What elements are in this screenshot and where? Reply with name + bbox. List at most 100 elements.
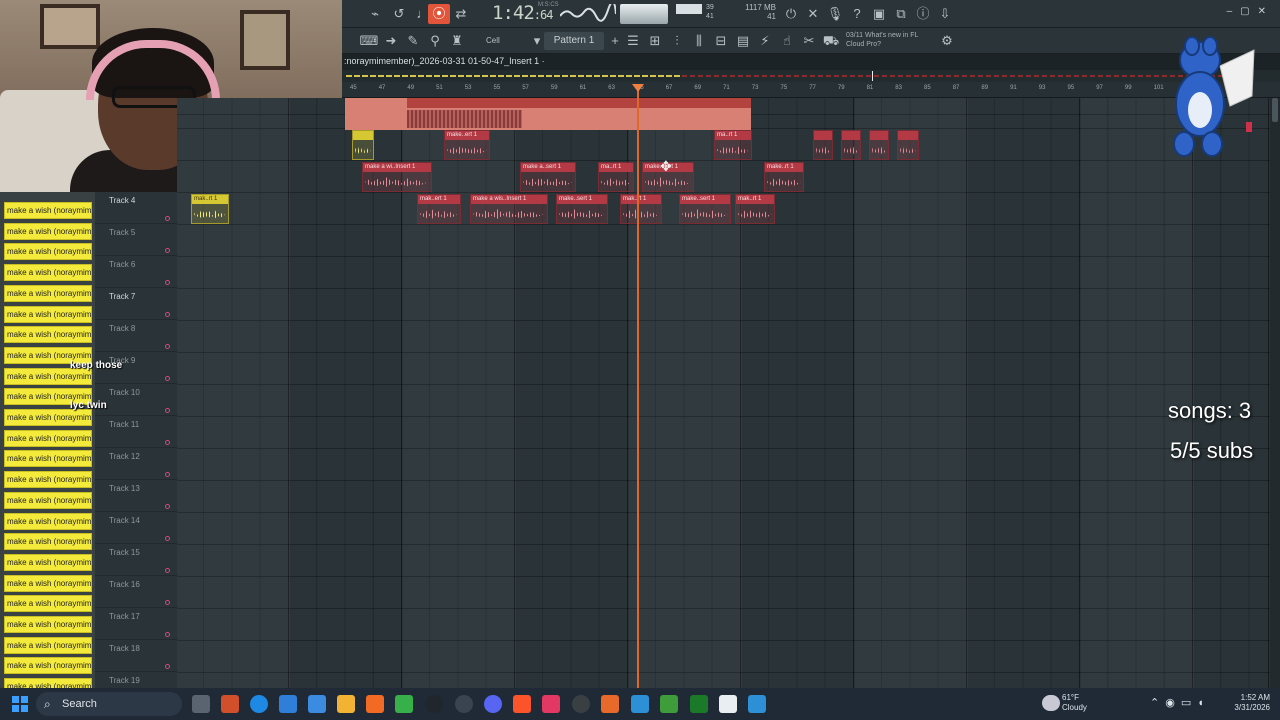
list-item[interactable]: make a wish (noraymimember) bbox=[4, 284, 92, 302]
list-item[interactable]: make a wish (noraymimember) bbox=[4, 512, 92, 530]
mixer-icon[interactable]: ✕ bbox=[802, 4, 824, 24]
snap-icon[interactable]: ⌁ bbox=[364, 4, 386, 24]
track-mute-icon[interactable] bbox=[165, 248, 170, 253]
news-panel[interactable]: 03/11 What's new in FL Cloud Pro? bbox=[846, 31, 936, 49]
playhead-marker-icon[interactable] bbox=[632, 84, 644, 92]
mixer-view-icon[interactable]: ⫶ bbox=[666, 31, 688, 51]
time-marker-bar[interactable] bbox=[342, 70, 1280, 82]
plugin-icon[interactable]: ⧉ bbox=[890, 4, 912, 24]
list-item[interactable]: make a wish (noraymimember) bbox=[4, 491, 92, 509]
app-icon-12[interactable] bbox=[542, 695, 560, 713]
audio-clip[interactable]: make..rt 1 bbox=[764, 162, 804, 192]
browser-icon[interactable]: ⫼ bbox=[688, 31, 710, 51]
track-mute-icon[interactable] bbox=[165, 312, 170, 317]
list-item[interactable]: make a wish (noraymimember) bbox=[4, 471, 92, 489]
track-mute-icon[interactable] bbox=[165, 600, 170, 605]
track-mute-icon[interactable] bbox=[165, 408, 170, 413]
audio-clip[interactable] bbox=[813, 130, 833, 160]
pattern-selector[interactable]: Pattern 1 bbox=[544, 32, 604, 50]
edge-icon[interactable] bbox=[250, 695, 268, 713]
track-mute-icon[interactable] bbox=[165, 440, 170, 445]
windows-start-icon[interactable] bbox=[12, 696, 28, 712]
taskbar-clock[interactable]: 1:52 AM 3/31/2026 bbox=[1222, 693, 1270, 713]
audio-clip[interactable] bbox=[897, 130, 919, 160]
app-icon-9[interactable] bbox=[455, 695, 473, 713]
mic-icon[interactable]: 🎙 bbox=[824, 4, 846, 24]
app-icon-8[interactable] bbox=[425, 695, 443, 713]
audio-clip[interactable]: mak..rt 1 bbox=[735, 194, 775, 224]
routing-icon[interactable]: ⊟ bbox=[710, 31, 732, 51]
list-item[interactable]: make a wish (noraymimember) bbox=[4, 657, 92, 675]
playlist-icon[interactable]: ☰ bbox=[622, 31, 644, 51]
fl-studio-icon[interactable] bbox=[601, 695, 619, 713]
tools-icon[interactable]: ✂ bbox=[798, 31, 820, 51]
list-item[interactable]: make a wish (noraymimember) bbox=[4, 264, 92, 282]
audio-clip[interactable] bbox=[841, 130, 861, 160]
track-mute-icon[interactable] bbox=[165, 568, 170, 573]
track-header[interactable]: Track 4 bbox=[95, 192, 177, 224]
weather-widget[interactable]: 61°F Cloudy bbox=[1062, 693, 1087, 713]
discord-icon[interactable] bbox=[484, 695, 502, 713]
audio-clip[interactable] bbox=[352, 130, 374, 160]
list-item[interactable]: make a wish (noraymimember) bbox=[4, 553, 92, 571]
help-icon[interactable]: ? bbox=[846, 4, 868, 24]
record-mode-icon[interactable]: ⦿ bbox=[428, 4, 450, 24]
app-icon-4[interactable] bbox=[308, 695, 326, 713]
track-mute-icon[interactable] bbox=[165, 216, 170, 221]
audio-clip[interactable]: mak..rt 1 bbox=[191, 194, 229, 224]
link-icon[interactable]: ⚲ bbox=[424, 31, 446, 51]
app-icon-7[interactable] bbox=[395, 695, 413, 713]
system-tray[interactable]: ⌃◉▭◖ bbox=[1150, 696, 1210, 709]
track-header[interactable]: Track 11 bbox=[95, 416, 177, 448]
track-header[interactable]: Track 5 bbox=[95, 224, 177, 256]
arrow-icon[interactable]: ➜ bbox=[380, 31, 402, 51]
list-item[interactable]: make a wish (noraymimember) bbox=[4, 202, 92, 219]
task-view-icon[interactable] bbox=[192, 695, 210, 713]
app-icon-3[interactable] bbox=[279, 695, 297, 713]
brave-icon[interactable] bbox=[513, 695, 531, 713]
weather-icon[interactable] bbox=[1042, 695, 1060, 711]
cell-selector[interactable]: Cell bbox=[482, 33, 532, 49]
audio-clip[interactable]: make a wi..Insert 1 bbox=[362, 162, 432, 192]
app-icon-19[interactable] bbox=[748, 695, 766, 713]
cart-icon[interactable]: ⛟ bbox=[820, 31, 842, 51]
track-header[interactable]: Track 14 bbox=[95, 512, 177, 544]
obs-icon[interactable] bbox=[572, 695, 590, 713]
app-icon-1[interactable] bbox=[221, 695, 239, 713]
tempo-sync-icon[interactable]: ⏻ bbox=[780, 4, 802, 24]
track-header[interactable]: Track 7 bbox=[95, 288, 177, 320]
app-icon-17[interactable] bbox=[690, 695, 708, 713]
list-item[interactable]: make a wish (noraymimember) bbox=[4, 450, 92, 468]
audio-clip[interactable]: make a wis..Insert 1 bbox=[470, 194, 548, 224]
export-icon[interactable]: ⇩ bbox=[934, 4, 956, 24]
track-mute-icon[interactable] bbox=[165, 280, 170, 285]
audio-clip[interactable] bbox=[869, 130, 889, 160]
stamp-icon[interactable]: ♜ bbox=[446, 31, 468, 51]
countdown-icon[interactable]: ⇄ bbox=[450, 4, 472, 24]
track-header[interactable]: Track 12 bbox=[95, 448, 177, 480]
timeline-ruler[interactable]: 45 47 49 51 53 55 57 59 61 63 65 67 69 71 73 75 77 79 81 83… bbox=[342, 82, 1280, 98]
piano-icon[interactable]: ⌨ bbox=[358, 31, 380, 51]
pencil-icon[interactable]: ✎ bbox=[402, 31, 424, 51]
audio-clip[interactable]: make a..sert 1 bbox=[520, 162, 576, 192]
track-mute-icon[interactable] bbox=[165, 344, 170, 349]
file-explorer-icon[interactable] bbox=[337, 695, 355, 713]
track-mute-icon[interactable] bbox=[165, 472, 170, 477]
track-mute-icon[interactable] bbox=[165, 536, 170, 541]
file-icon[interactable]: ▤ bbox=[732, 31, 754, 51]
audio-clip[interactable]: make..sert 1 bbox=[556, 194, 608, 224]
list-item[interactable]: make a wish (noraymimember) bbox=[4, 636, 92, 654]
vertical-scrollbar[interactable] bbox=[1270, 98, 1280, 688]
app-icon-6[interactable] bbox=[366, 695, 384, 713]
list-item[interactable]: make a wish (noraymimember) bbox=[4, 429, 92, 447]
channel-rack-icon[interactable]: ⊞ bbox=[644, 31, 666, 51]
track-mute-icon[interactable] bbox=[165, 632, 170, 637]
audio-clip[interactable]: make..sert 1 bbox=[679, 194, 731, 224]
track-header[interactable]: Track 6 bbox=[95, 256, 177, 288]
track-mute-icon[interactable] bbox=[165, 504, 170, 509]
automation-clip[interactable] bbox=[345, 98, 751, 130]
track-mute-icon[interactable] bbox=[165, 664, 170, 669]
playlist-grid[interactable] bbox=[177, 98, 1270, 688]
list-item[interactable]: make a wish (noraymimember) bbox=[4, 222, 92, 240]
list-item[interactable]: make a wish (noraymimember) bbox=[4, 574, 92, 592]
